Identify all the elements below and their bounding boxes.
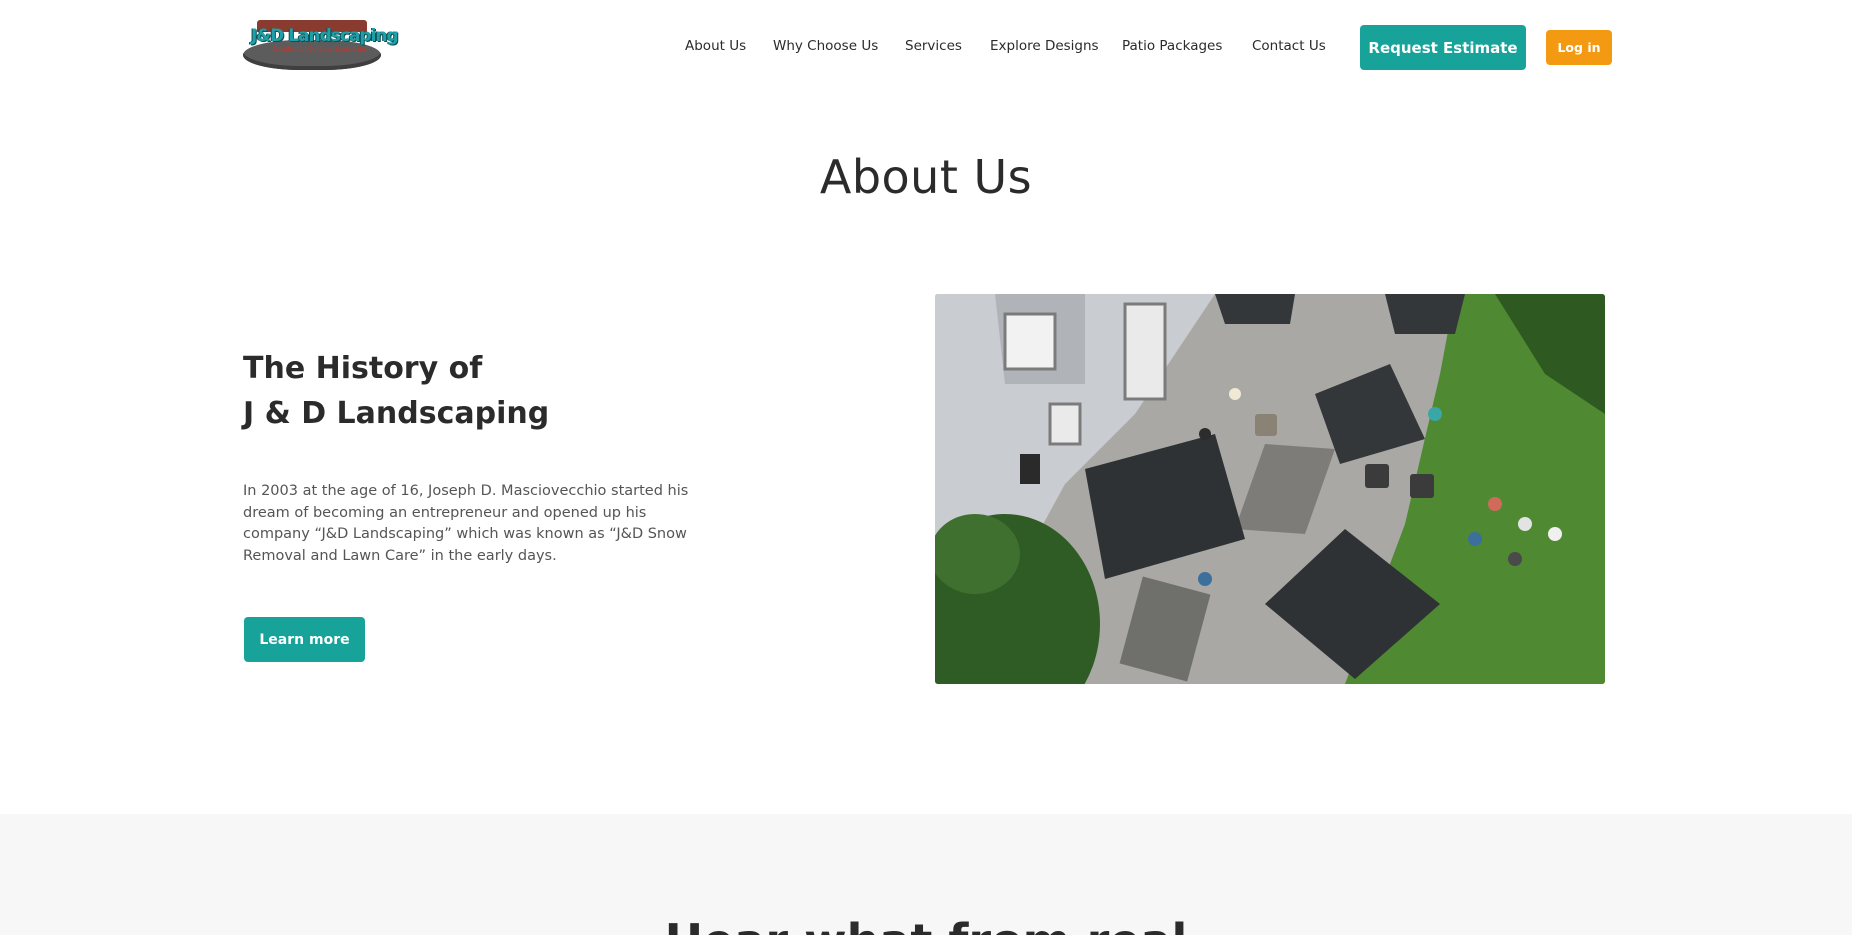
login-button[interactable]: Log in [1546, 30, 1612, 65]
site-header: J&D Landscaping Residential Outdoor Spac… [0, 0, 1852, 96]
history-heading-line2: J & D Landscaping [243, 396, 550, 431]
nav-explore-designs[interactable]: Explore Designs [990, 38, 1099, 54]
nav-patio-packages[interactable]: Patio Packages [1122, 38, 1222, 54]
testimonials-section: Hear what from real [0, 814, 1852, 935]
aerial-patio-photo [935, 294, 1605, 684]
request-estimate-button[interactable]: Request Estimate [1360, 25, 1526, 70]
history-paragraph: In 2003 at the age of 16, Joseph D. Masc… [243, 483, 689, 564]
history-heading-line1: The History of [243, 351, 483, 386]
nav-why-choose-us[interactable]: Why Choose Us [773, 38, 878, 54]
patio-illustration [935, 294, 1605, 684]
logo-tagline: Residential Outdoor Spaces Inc. [273, 46, 369, 53]
learn-more-button[interactable]: Learn more [244, 617, 365, 662]
nav-about-us[interactable]: About Us [685, 38, 746, 54]
logo-wordmark: J&D Landscaping [251, 26, 399, 46]
nav-contact-us[interactable]: Contact Us [1252, 38, 1326, 54]
nav-services[interactable]: Services [905, 38, 962, 54]
page-title: About Us [819, 150, 1033, 204]
history-heading: The History of J & D Landscaping [243, 346, 663, 436]
testimonials-heading: Hear what from real [0, 914, 1852, 935]
brand-logo[interactable]: J&D Landscaping Residential Outdoor Spac… [243, 18, 399, 70]
